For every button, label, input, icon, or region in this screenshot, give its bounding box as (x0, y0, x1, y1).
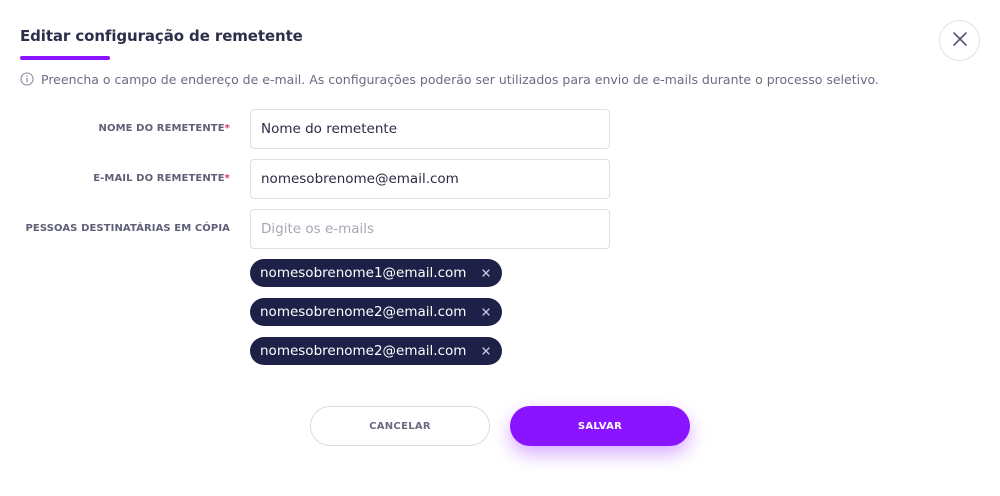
sender-email-value: nomesobrenome@email.com (261, 171, 459, 187)
edit-sender-settings-modal: Editar configuração de remetente Preench… (0, 0, 1000, 496)
cc-recipients-input[interactable]: Digite os e-mails (250, 209, 610, 249)
sender-email-input[interactable]: nomesobrenome@email.com (250, 159, 610, 199)
sender-name-value: Nome do remetente (261, 121, 397, 137)
remove-chip-icon[interactable] (481, 307, 491, 317)
close-icon (952, 31, 968, 51)
modal-title: Editar configuração de remetente (20, 27, 303, 45)
email-chip: nomesobrenome2@email.com (250, 337, 502, 365)
cc-recipients-label: PESSOAS DESTINATÁRIAS EM CÓPIA (25, 223, 230, 234)
title-underline (20, 56, 110, 60)
close-button[interactable] (939, 20, 980, 61)
email-chip-label: nomesobrenome2@email.com (260, 304, 467, 320)
cancel-button[interactable]: CANCELAR (310, 406, 490, 446)
email-chip: nomesobrenome2@email.com (250, 298, 502, 326)
remove-chip-icon[interactable] (481, 346, 491, 356)
required-asterisk: * (224, 123, 230, 134)
info-text: Preencha o campo de endereço de e-mail. … (41, 71, 879, 87)
info-message: Preencha o campo de endereço de e-mail. … (20, 71, 879, 87)
email-chip-label: nomesobrenome1@email.com (260, 265, 467, 281)
cc-recipients-placeholder: Digite os e-mails (261, 221, 375, 237)
info-icon (20, 72, 34, 86)
sender-name-input[interactable]: Nome do remetente (250, 109, 610, 149)
required-asterisk: * (224, 173, 230, 184)
sender-name-label: NOME DO REMETENTE* (98, 123, 230, 134)
sender-email-label: E-MAIL DO REMETENTE* (93, 173, 230, 184)
save-button[interactable]: SALVAR (510, 406, 690, 446)
remove-chip-icon[interactable] (481, 268, 491, 278)
email-chip: nomesobrenome1@email.com (250, 259, 502, 287)
email-chip-label: nomesobrenome2@email.com (260, 343, 467, 359)
